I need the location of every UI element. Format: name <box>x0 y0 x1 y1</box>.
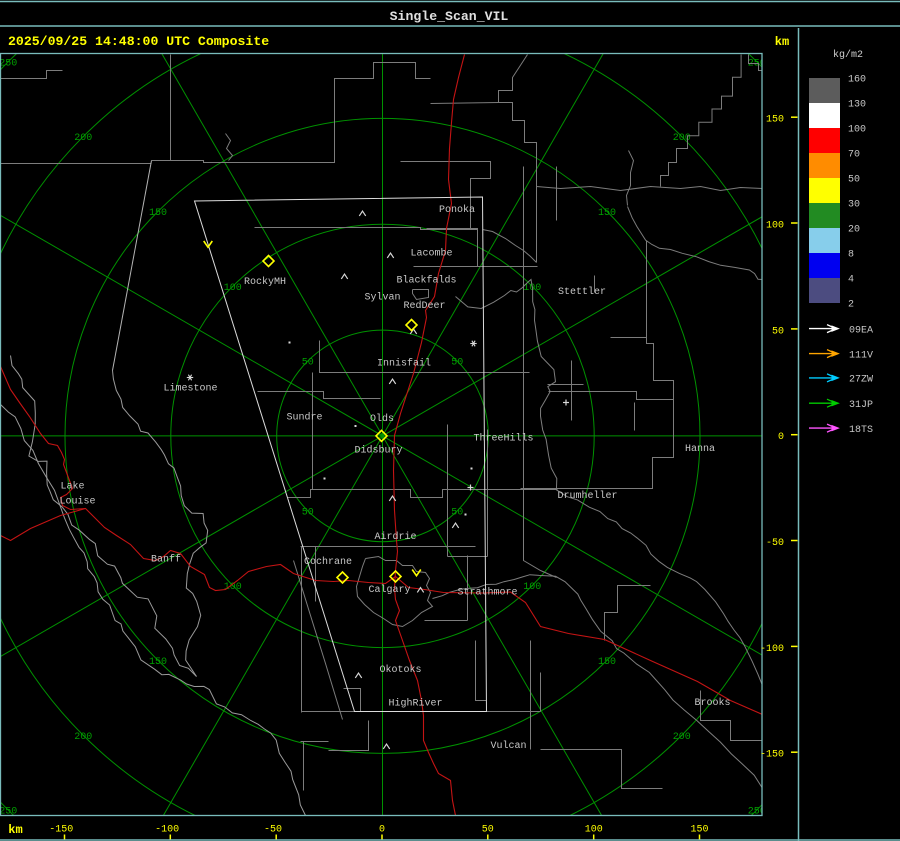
svg-text:2: 2 <box>848 300 854 311</box>
svg-text:50: 50 <box>848 175 860 186</box>
svg-text:Strathmore: Strathmore <box>457 587 517 599</box>
svg-text:50: 50 <box>772 326 784 337</box>
svg-text:150: 150 <box>598 208 616 219</box>
svg-text:Airdrie: Airdrie <box>374 531 416 543</box>
svg-text:HighRiver: HighRiver <box>388 698 442 710</box>
svg-text:100: 100 <box>848 125 866 136</box>
svg-text:31JP: 31JP <box>849 400 873 411</box>
svg-text:-150: -150 <box>760 750 784 761</box>
svg-text:50: 50 <box>482 825 494 836</box>
svg-text:Olds: Olds <box>370 413 394 425</box>
svg-text:Louise: Louise <box>59 496 95 508</box>
svg-text:50: 50 <box>451 358 463 369</box>
svg-text:4: 4 <box>848 275 854 286</box>
svg-text:8: 8 <box>848 250 854 261</box>
svg-text:km: km <box>775 35 789 49</box>
svg-text:Cochrane: Cochrane <box>304 556 352 568</box>
svg-text:100: 100 <box>766 220 784 231</box>
svg-text:20: 20 <box>848 225 860 236</box>
svg-text:Drumheller: Drumheller <box>557 490 617 502</box>
svg-text:Blackfalds: Blackfalds <box>396 275 456 287</box>
svg-text:111V: 111V <box>849 350 873 361</box>
svg-text:250: 250 <box>0 58 17 69</box>
svg-text:ThreeHills: ThreeHills <box>473 433 533 445</box>
svg-text:200: 200 <box>673 732 691 743</box>
svg-text:km: km <box>8 823 22 837</box>
svg-text:0: 0 <box>778 432 784 443</box>
svg-text:200: 200 <box>673 133 691 144</box>
svg-text:Limestone: Limestone <box>163 383 217 395</box>
svg-text:150: 150 <box>766 115 784 126</box>
svg-text:Ponoka: Ponoka <box>439 204 475 216</box>
svg-text:Brooks: Brooks <box>694 697 730 709</box>
svg-text:Banff: Banff <box>151 554 181 566</box>
svg-text:70: 70 <box>848 150 860 161</box>
svg-text:Hanna: Hanna <box>685 444 715 455</box>
svg-text:Single_Scan_VIL: Single_Scan_VIL <box>390 9 509 24</box>
svg-text:-100: -100 <box>155 825 179 836</box>
svg-text:200: 200 <box>74 133 92 144</box>
svg-text:50: 50 <box>451 507 463 518</box>
svg-text:100: 100 <box>523 582 541 593</box>
svg-text:Lake: Lake <box>60 481 84 493</box>
svg-text:200: 200 <box>74 732 92 743</box>
svg-text:30: 30 <box>848 200 860 211</box>
svg-text:18TS: 18TS <box>849 425 873 436</box>
svg-text:150: 150 <box>149 208 167 219</box>
svg-text:Stettler: Stettler <box>558 286 606 298</box>
svg-text:150: 150 <box>598 657 616 668</box>
svg-text:-50: -50 <box>264 825 282 836</box>
svg-text:RockyMH: RockyMH <box>244 276 286 288</box>
svg-text:09EA: 09EA <box>849 325 873 336</box>
svg-text:Sundre: Sundre <box>286 412 322 424</box>
svg-text:Vulcan: Vulcan <box>490 740 526 752</box>
svg-text:Innisfail: Innisfail <box>377 358 431 370</box>
svg-text:Calgary: Calgary <box>368 584 410 596</box>
svg-text:-150: -150 <box>49 825 73 836</box>
svg-text:-100: -100 <box>760 644 784 655</box>
svg-text:0: 0 <box>379 825 385 836</box>
svg-text:27ZW: 27ZW <box>849 375 873 386</box>
svg-text:RedDeer: RedDeer <box>403 300 445 312</box>
svg-text:130: 130 <box>848 100 866 111</box>
svg-text:kg/m2: kg/m2 <box>833 49 863 61</box>
svg-text:150: 150 <box>149 657 167 668</box>
svg-text:150: 150 <box>690 825 708 836</box>
svg-text:50: 50 <box>302 358 314 369</box>
svg-text:-50: -50 <box>766 538 784 549</box>
svg-text:Lacombe: Lacombe <box>410 248 452 260</box>
svg-text:Okotoks: Okotoks <box>379 664 421 676</box>
svg-text:Didsbury: Didsbury <box>354 445 402 457</box>
svg-text:2025/09/25 14:48:00 UTC Compos: 2025/09/25 14:48:00 UTC Composite <box>8 34 269 49</box>
svg-text:100: 100 <box>224 283 242 294</box>
svg-text:160: 160 <box>848 75 866 86</box>
svg-text:Sylvan: Sylvan <box>364 292 400 304</box>
svg-text:100: 100 <box>585 825 603 836</box>
svg-text:50: 50 <box>302 507 314 518</box>
